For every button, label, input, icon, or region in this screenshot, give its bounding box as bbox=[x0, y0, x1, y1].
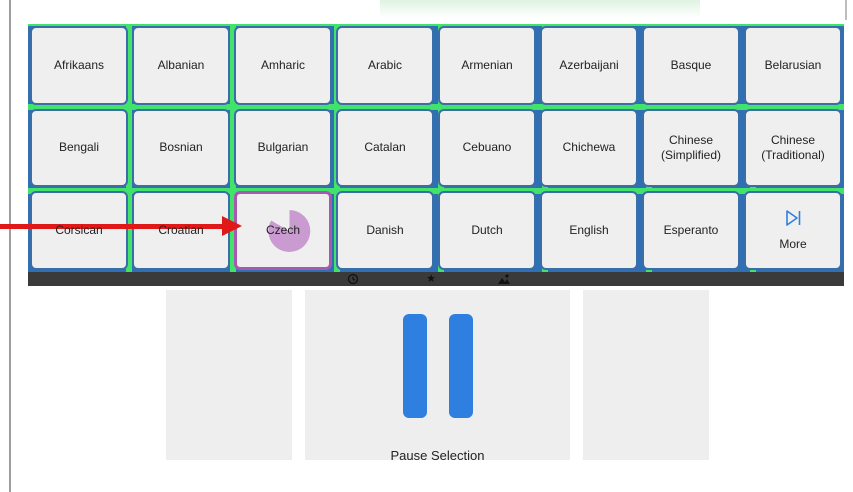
lang-label: Croatian bbox=[158, 223, 204, 238]
lang-label: Corsican bbox=[55, 223, 103, 238]
lang-button-dutch[interactable]: Dutch bbox=[438, 191, 536, 270]
lang-label: Bulgarian bbox=[257, 140, 309, 155]
lang-label: Catalan bbox=[364, 140, 406, 155]
pause-selection-button[interactable]: Pause Selection bbox=[305, 290, 570, 463]
scene-icon[interactable] bbox=[497, 273, 511, 285]
lang-button-bulgarian[interactable]: Bulgarian bbox=[234, 108, 332, 188]
lang-label: Czech bbox=[265, 223, 300, 238]
lang-button-bengali[interactable]: Bengali bbox=[30, 108, 128, 188]
lang-label: Arabic bbox=[367, 57, 402, 72]
lang-button-albanian[interactable]: Albanian bbox=[132, 26, 230, 105]
lang-label: Cebuano bbox=[462, 140, 512, 155]
lang-button-czech[interactable]: Czech bbox=[234, 191, 332, 270]
lang-button-arabic[interactable]: Arabic bbox=[336, 26, 434, 105]
lang-label: English bbox=[569, 223, 609, 238]
lang-label: Amharic bbox=[260, 57, 305, 72]
bottom-right-panel[interactable] bbox=[583, 290, 709, 460]
lang-button-chinese-traditional[interactable]: Chinese (Traditional) bbox=[744, 108, 842, 188]
lang-button-cebuano[interactable]: Cebuano bbox=[438, 108, 536, 188]
more-label: More bbox=[779, 237, 807, 252]
lang-button-belarusian[interactable]: Belarusian bbox=[744, 26, 842, 105]
lang-button-afrikaans[interactable]: Afrikaans bbox=[30, 26, 128, 105]
lang-button-croatian[interactable]: Croatian bbox=[132, 191, 230, 270]
lang-label: Dutch bbox=[471, 223, 503, 238]
lang-label: Belarusian bbox=[764, 57, 822, 72]
lang-button-armenian[interactable]: Armenian bbox=[438, 26, 536, 105]
skip-next-icon bbox=[786, 210, 801, 226]
history-icon[interactable] bbox=[346, 273, 360, 285]
frame-border bbox=[9, 0, 11, 492]
lang-button-danish[interactable]: Danish bbox=[336, 191, 434, 270]
bottom-toolbar: ★ bbox=[28, 272, 844, 286]
pause-selection-label: Pause Selection bbox=[390, 448, 485, 463]
lang-label: Danish bbox=[366, 223, 404, 238]
lang-button-amharic[interactable]: Amharic bbox=[234, 26, 332, 105]
lang-button-azerbaijani[interactable]: Azerbaijani bbox=[540, 26, 638, 105]
lang-label: Esperanto bbox=[663, 223, 719, 238]
lang-button-corsican[interactable]: Corsican bbox=[30, 191, 128, 270]
background-glow bbox=[380, 0, 700, 18]
language-grid-panel: Afrikaans Albanian Amharic Arabic Armeni… bbox=[28, 24, 844, 272]
lang-button-esperanto[interactable]: Esperanto bbox=[642, 191, 740, 270]
lang-label: Chinese (Simplified) bbox=[660, 132, 721, 162]
lang-label: Afrikaans bbox=[53, 57, 105, 72]
lang-label: Chichewa bbox=[562, 140, 616, 155]
more-button[interactable]: More bbox=[744, 191, 842, 270]
star-icon[interactable]: ★ bbox=[424, 273, 438, 285]
bottom-left-panel[interactable] bbox=[166, 290, 292, 460]
lang-label: Chinese (Traditional) bbox=[761, 132, 825, 162]
pause-bar-left bbox=[402, 314, 427, 418]
lang-button-catalan[interactable]: Catalan bbox=[336, 108, 434, 188]
lang-label: Azerbaijani bbox=[559, 57, 619, 72]
lang-button-chinese-simplified[interactable]: Chinese (Simplified) bbox=[642, 108, 740, 188]
lang-label: Albanian bbox=[157, 57, 205, 72]
pause-bar-right bbox=[448, 314, 473, 418]
lang-label: Basque bbox=[670, 57, 712, 72]
lang-label: Bosnian bbox=[159, 140, 203, 155]
pause-icon bbox=[402, 314, 473, 418]
language-grid: Afrikaans Albanian Amharic Arabic Armeni… bbox=[28, 24, 844, 272]
lang-label: Bengali bbox=[58, 140, 100, 155]
lang-label: Armenian bbox=[461, 57, 513, 72]
frame-border-right bbox=[845, 0, 847, 20]
annotation-arrow-head bbox=[222, 216, 242, 236]
lang-button-english[interactable]: English bbox=[540, 191, 638, 270]
lang-button-basque[interactable]: Basque bbox=[642, 26, 740, 105]
lang-button-chichewa[interactable]: Chichewa bbox=[540, 108, 638, 188]
lang-button-bosnian[interactable]: Bosnian bbox=[132, 108, 230, 188]
